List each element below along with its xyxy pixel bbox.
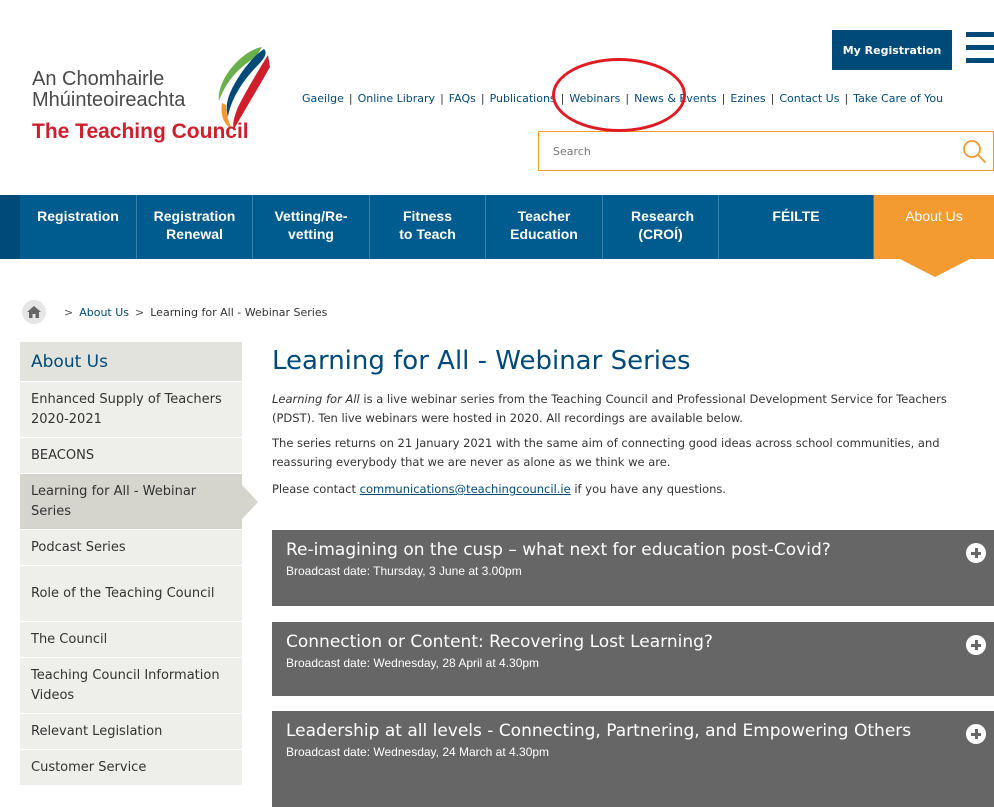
sidebar-item-the-council[interactable]: The Council <box>20 622 242 658</box>
separator: | <box>480 92 485 105</box>
teaching-council-logo[interactable]: An Chomhairle Mhúinteoireachta The Teach… <box>32 45 292 155</box>
intro-paragraph: Learning for All is a live webinar serie… <box>272 390 988 428</box>
breadcrumb-about-us[interactable]: About Us <box>79 306 129 319</box>
sidebar-item-info-videos[interactable]: Teaching Council Information Videos <box>20 658 242 714</box>
link-news-events[interactable]: News & Events <box>634 92 717 105</box>
webinar-accordion-item[interactable]: Leadership at all levels - Connecting, P… <box>272 711 994 807</box>
sidebar-item-beacons[interactable]: BEACONS <box>20 438 242 474</box>
contact-email-link[interactable]: communications@teachingcouncil.ie <box>360 482 571 496</box>
nav-edge <box>0 195 20 259</box>
webinar-title: Leadership at all levels - Connecting, P… <box>286 721 912 741</box>
webinar-date: Broadcast date: Wednesday, 28 April at 4… <box>286 656 540 670</box>
search-button[interactable] <box>955 131 994 171</box>
my-registration-button[interactable]: My Registration <box>832 30 952 70</box>
expand-plus-icon[interactable] <box>966 543 986 563</box>
separator: | <box>348 92 353 105</box>
link-webinars[interactable]: Webinars <box>569 92 620 105</box>
logo-text-irish-1: An Chomhairle <box>32 68 165 90</box>
logo-text-english: The Teaching Council <box>32 120 249 143</box>
nav-item-teacher-education[interactable]: Teacher Education <box>486 195 603 259</box>
separator: | <box>844 92 849 105</box>
search-icon <box>963 140 986 163</box>
contact-text-before: Please contact <box>272 482 360 496</box>
separator: | <box>440 92 444 105</box>
webinar-accordion-item[interactable]: Re-imagining on the cusp – what next for… <box>272 530 994 606</box>
home-icon[interactable] <box>22 300 46 324</box>
page-title: Learning for All - Webinar Series <box>272 346 691 376</box>
series-paragraph: The series returns on 21 January 2021 wi… <box>272 436 940 469</box>
webinar-title: Connection or Content: Recovering Lost L… <box>286 632 713 652</box>
contact-text-after: if you have any questions. <box>570 482 727 496</box>
search-field[interactable] <box>538 131 956 171</box>
logo-text-irish-2: Mhúinteoireachta <box>32 89 186 111</box>
sidebar-item-relevant-legislation[interactable]: Relevant Legislation <box>20 714 242 750</box>
link-gaeilge[interactable]: Gaeilge <box>302 92 344 105</box>
nav-item-registration[interactable]: Registration <box>20 195 137 259</box>
logo-swoosh-icon <box>218 47 270 129</box>
sidebar-heading[interactable]: About Us <box>20 342 242 382</box>
separator: | <box>770 92 775 105</box>
nav-item-fitness-to-teach[interactable]: Fitness to Teach <box>370 195 486 259</box>
separator: | <box>721 92 726 105</box>
sidebar-item-podcast-series[interactable]: Podcast Series <box>20 530 242 566</box>
contact-paragraph: Please contact communications@teachingco… <box>272 480 988 499</box>
nav-item-research[interactable]: Research (CROÍ) <box>603 195 719 259</box>
sidebar-item-customer-service[interactable]: Customer Service <box>20 750 242 786</box>
separator: | <box>625 92 630 105</box>
active-nav-pointer <box>900 259 970 277</box>
nav-item-registration-renewal[interactable]: Registration Renewal <box>137 195 253 259</box>
nav-item-feilte[interactable]: FÉILTE <box>719 195 874 259</box>
link-contact-us[interactable]: Contact Us <box>779 92 839 105</box>
sidebar-item-enhanced-supply[interactable]: Enhanced Supply of Teachers 2020-2021 <box>20 382 242 438</box>
webinar-title: Re-imagining on the cusp – what next for… <box>286 540 831 560</box>
expand-plus-icon[interactable] <box>966 724 986 744</box>
link-online-library[interactable]: Online Library <box>358 92 435 105</box>
link-faqs[interactable]: FAQs <box>449 92 476 105</box>
separator: | <box>560 92 565 105</box>
webinar-date: Broadcast date: Wednesday, 24 March at 4… <box>286 745 550 759</box>
utility-links: Gaeilge | Online Library | FAQs | Publications… <box>302 92 943 105</box>
sidebar: About Us Enhanced Supply of Teachers 202… <box>20 342 258 786</box>
sidebar-item-learning-for-all[interactable]: Learning for All - Webinar Series <box>20 474 258 530</box>
search-input[interactable] <box>539 132 955 170</box>
link-publications[interactable]: Publications <box>490 92 556 105</box>
intro-italic: Learning for All <box>272 392 360 406</box>
link-ezines[interactable]: Ezines <box>730 92 765 105</box>
intro-text: is a live webinar series from the Teachi… <box>272 392 947 425</box>
chevron-right-icon: > <box>135 305 145 319</box>
link-take-care-of-you[interactable]: Take Care of You <box>853 92 943 105</box>
webinar-accordion-item[interactable]: Connection or Content: Recovering Lost L… <box>272 622 994 696</box>
breadcrumb-current: Learning for All - Webinar Series <box>150 305 328 319</box>
sidebar-item-role-of-council[interactable]: Role of the Teaching Council <box>20 566 242 622</box>
main-content: Learning for All - Webinar Series Learni… <box>272 338 988 499</box>
webinar-date: Broadcast date: Thursday, 3 June at 3.00… <box>286 564 522 578</box>
nav-item-vetting[interactable]: Vetting/Re-vetting <box>253 195 370 259</box>
chevron-right-icon: > <box>64 305 74 319</box>
nav-item-about-us[interactable]: About Us <box>874 195 994 259</box>
expand-plus-icon[interactable] <box>966 635 986 655</box>
main-navigation: Registration Registration Renewal Vettin… <box>0 195 994 259</box>
hamburger-icon[interactable] <box>966 30 994 66</box>
breadcrumb: > About Us > Learning for All - Webinar … <box>22 300 327 324</box>
